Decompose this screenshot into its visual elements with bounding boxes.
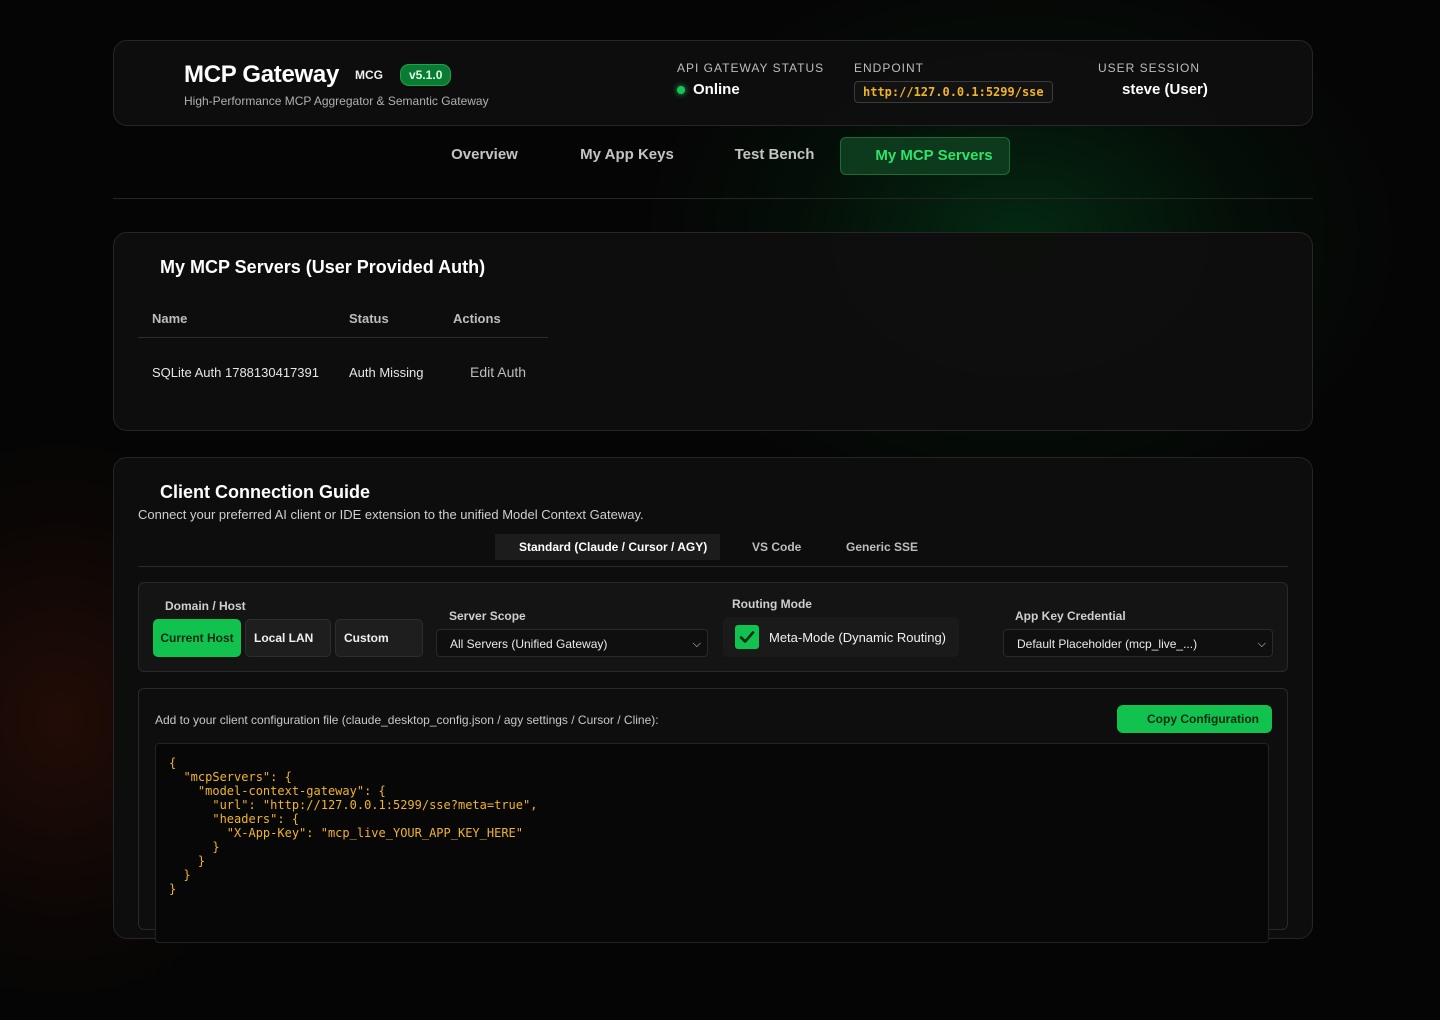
gateway-status: API Gateway Status Online xyxy=(677,61,824,98)
guide-title: Client Connection Guide xyxy=(160,482,370,502)
chevron-down-icon: ⌵ xyxy=(692,638,701,650)
app-abbreviation: MCG xyxy=(355,68,383,82)
column-header-name: Name xyxy=(152,311,188,327)
scope-select-value: All Servers (Unified Gateway) xyxy=(450,637,608,651)
config-options: Domain / Host Current Host Local LAN Cus… xyxy=(138,582,1288,672)
main-nav: Overview My App Keys Test Bench My MCP S… xyxy=(113,126,1313,199)
tab-overview[interactable]: Overview xyxy=(433,137,536,173)
status-dot-icon xyxy=(677,85,685,94)
app-key-label: App Key Credential xyxy=(1015,609,1126,623)
version-badge: v5.1.0 xyxy=(400,64,452,86)
app-subtitle: High-Performance MCP Aggregator & Semant… xyxy=(184,94,489,108)
domain-local-lan-button[interactable]: Local LAN xyxy=(245,619,331,657)
servers-table: Name Status Actions SQLite Auth 17881304… xyxy=(138,301,548,407)
server-name: SQLite Auth 1788130417391 xyxy=(152,364,319,380)
meta-mode-toggle[interactable]: Meta-Mode (Dynamic Routing) xyxy=(723,617,959,657)
edit-auth-button[interactable]: Edit Auth xyxy=(439,337,548,407)
user-session: User Session steve (User) xyxy=(1098,61,1208,98)
endpoint-label: Endpoint xyxy=(854,61,925,75)
app-key-select-value: Default Placeholder (mcp_live_...) xyxy=(1017,637,1198,651)
tab-my-mcp-servers[interactable]: My MCP Servers xyxy=(840,137,1010,175)
tab-my-app-keys[interactable]: My App Keys xyxy=(568,137,686,173)
app-key-select[interactable]: Default Placeholder (mcp_live_...) ⌵ xyxy=(1003,629,1273,657)
endpoint-url[interactable]: http://127.0.0.1:5299/sse xyxy=(854,81,1053,103)
servers-table-header: Name Status Actions xyxy=(138,301,548,337)
gateway-status-value: Online xyxy=(693,81,740,98)
meta-mode-label: Meta-Mode (Dynamic Routing) xyxy=(769,629,947,645)
user-session-value[interactable]: steve (User) xyxy=(1122,81,1208,98)
tab-my-mcp-servers-label: My MCP Servers xyxy=(875,147,993,164)
column-header-status: Status xyxy=(349,311,389,327)
app-header: MCP Gateway MCG v5.1.0 High-Performance … xyxy=(113,40,1313,126)
chevron-down-icon: ⌵ xyxy=(1257,638,1266,650)
tab-test-bench[interactable]: Test Bench xyxy=(723,137,826,173)
routing-label: Routing Mode xyxy=(732,597,812,611)
guide-tab-vscode[interactable]: VS Code xyxy=(752,534,801,560)
gateway-status-label: API Gateway Status xyxy=(677,61,825,75)
user-session-label: User Session xyxy=(1098,61,1201,75)
guide-tabs: Standard (Claude / Cursor / AGY) VS Code… xyxy=(138,534,1288,567)
checkbox-checked-icon[interactable] xyxy=(735,625,759,649)
column-header-actions: Actions xyxy=(453,311,501,327)
brand: MCP Gateway MCG v5.1.0 High-Performance … xyxy=(184,61,489,108)
domain-current-host-button[interactable]: Current Host xyxy=(153,619,241,657)
server-status: Auth Missing xyxy=(349,364,424,380)
config-code-block[interactable]: { "mcpServers": { "model-context-gateway… xyxy=(155,743,1269,943)
guide-tab-generic-sse[interactable]: Generic SSE xyxy=(846,534,918,560)
guide-description: Connect your preferred AI client or IDE … xyxy=(138,507,644,522)
connection-guide-card: Client Connection Guide Connect your pre… xyxy=(113,457,1313,943)
app-title: MCP Gateway xyxy=(184,61,339,88)
domain-label: Domain / Host xyxy=(165,599,246,613)
config-hint: Add to your client configuration file (c… xyxy=(155,713,659,727)
endpoint: Endpoint http://127.0.0.1:5299/sse xyxy=(854,61,1053,103)
config-panel: Add to your client configuration file (c… xyxy=(138,688,1288,943)
guide-tab-standard[interactable]: Standard (Claude / Cursor / AGY) xyxy=(495,534,721,560)
servers-title: My MCP Servers (User Provided Auth) xyxy=(160,257,486,277)
scope-select[interactable]: All Servers (Unified Gateway) ⌵ xyxy=(436,629,708,657)
domain-custom-button[interactable]: Custom xyxy=(335,619,423,657)
scope-label: Server Scope xyxy=(449,609,526,623)
table-row: SQLite Auth 1788130417391 Auth Missing E… xyxy=(138,337,548,407)
servers-card: My MCP Servers (User Provided Auth) Name… xyxy=(113,232,1313,431)
copy-configuration-button[interactable]: Copy Configuration xyxy=(1117,705,1272,733)
